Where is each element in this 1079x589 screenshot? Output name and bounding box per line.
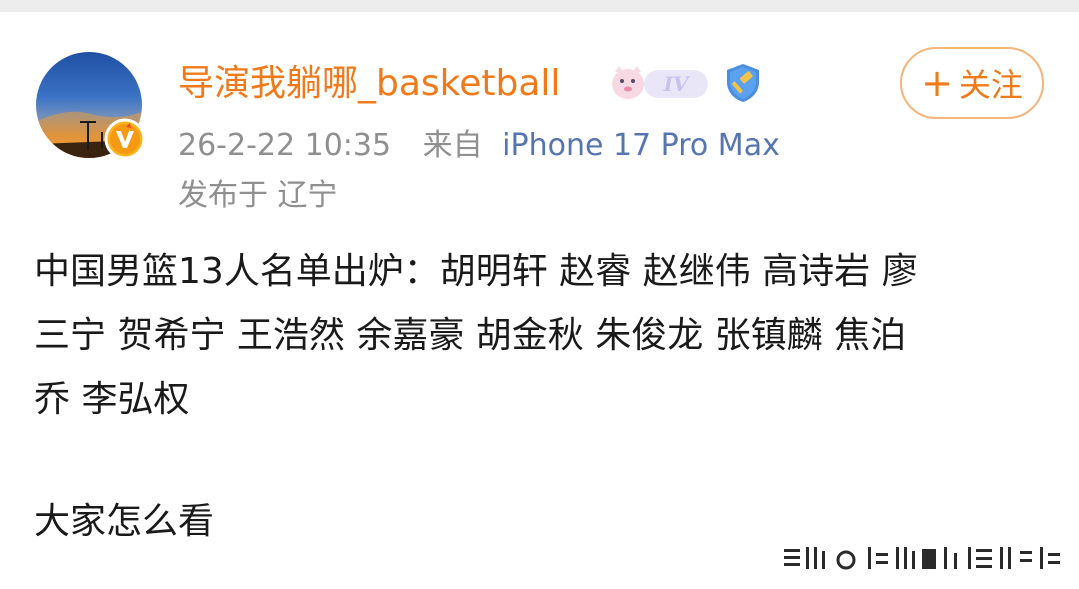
location-prefix: 发布于 (178, 178, 268, 213)
device-link[interactable]: iPhone 17 Pro Max (502, 128, 780, 163)
username[interactable]: 导演我躺哪_basketball (178, 62, 560, 106)
post-text-line: 乔 李弘权 (34, 379, 190, 420)
plus-icon: + (921, 61, 953, 105)
post-text-line: 中国男篮13人名单出炉：胡明轩 赵睿 赵继伟 高诗岩 廖 (34, 251, 918, 292)
follow-button[interactable]: + 关注 (900, 47, 1044, 119)
from-label: 来自 (422, 128, 483, 163)
level-badge-icon: IV (612, 66, 708, 99)
follow-label: 关注 (958, 66, 1023, 104)
v-verified-icon (104, 118, 146, 160)
post-content: 中国男篮13人名单出炉：胡明轩 赵睿 赵继伟 高诗岩 廖 三宁 贺希宁 王浩然 … (34, 240, 1044, 554)
post-meta: 26-2-22 10:35 来自 iPhone 17 Pro Max (178, 127, 780, 165)
verify-shield-icon[interactable] (722, 62, 764, 104)
post-location: 发布于 辽宁 (178, 177, 338, 215)
level-badge-text: IV (663, 72, 691, 96)
top-strip (0, 0, 1079, 12)
post-timestamp: 26-2-22 10:35 (178, 128, 392, 163)
post-text-line: 三宁 贺希宁 王浩然 余嘉豪 胡金秋 朱俊龙 张镇麟 焦泊 (34, 315, 907, 356)
location-value: 辽宁 (277, 178, 338, 213)
watermark-icon (784, 547, 1060, 570)
